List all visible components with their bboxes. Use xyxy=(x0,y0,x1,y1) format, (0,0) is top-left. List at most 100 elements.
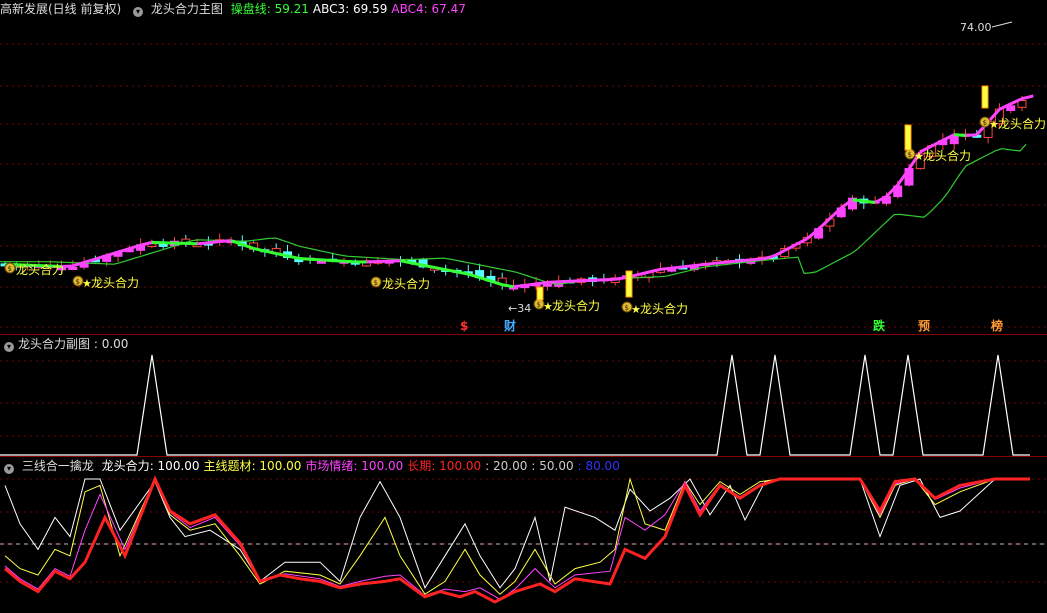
operating-line-segment xyxy=(288,256,299,258)
operating-line-segment xyxy=(717,262,728,263)
operating-line-segment xyxy=(310,259,321,260)
moving-average-line xyxy=(0,144,1026,284)
signal-label: 龙头合力 xyxy=(640,301,688,316)
signal-marker: $★龙头合力 xyxy=(980,116,1046,131)
money-bag-glyph: $ xyxy=(625,304,629,312)
legend-number: 20.00 xyxy=(493,459,527,473)
money-bag-glyph: $ xyxy=(8,265,12,273)
operating-line-segment xyxy=(344,261,355,262)
signal-marker: $ 龙头合力 xyxy=(5,262,64,277)
operating-line-segment xyxy=(321,260,332,261)
three-line-chart[interactable] xyxy=(0,457,1047,613)
legend-value: ABC4: 67.47 xyxy=(391,2,465,16)
chevron-down-icon[interactable]: ▾ xyxy=(4,342,14,352)
operating-line-segment xyxy=(254,248,265,251)
legend-value: 市场情绪: 100.00 xyxy=(305,459,403,473)
signal-label: 龙头合力 xyxy=(16,262,64,277)
legend-label: 操盘线 xyxy=(231,2,267,16)
legend-number: 100.00 xyxy=(439,459,481,473)
operating-line-segment xyxy=(751,259,762,260)
sub1-header: ▾龙头合力副图 : 0.00 xyxy=(0,335,132,353)
candle-body xyxy=(69,267,77,269)
signal-label: 龙头合力 xyxy=(552,298,600,313)
operating-line-segment xyxy=(728,261,739,262)
sub2-title[interactable]: 三线合一擒龙 xyxy=(22,459,94,473)
legend-label: 长期 xyxy=(407,459,431,473)
operating-line-segment xyxy=(615,277,626,279)
signal-bar xyxy=(905,125,911,150)
legend-number: 100.00 xyxy=(158,459,200,473)
operating-line-segment xyxy=(864,201,875,202)
candle-body xyxy=(159,244,167,246)
signal-label: 龙头合力 xyxy=(998,116,1046,131)
line-longtou-heli xyxy=(5,479,1030,588)
signal-marker: $龙头合力 xyxy=(371,276,430,291)
legend-value: 主线题材: 100.00 xyxy=(204,459,302,473)
legend-value: 龙头合力: 100.00 xyxy=(102,459,200,473)
sub2-header: ▾ 三线合一擒龙 龙头合力: 100.00 主线题材: 100.00市场情绪: 1… xyxy=(0,457,628,475)
operating-line-segment xyxy=(740,260,751,261)
chevron-down-icon[interactable]: ▾ xyxy=(133,7,143,17)
legend-number: 69.59 xyxy=(353,2,387,16)
line-shichang-qingxu xyxy=(5,479,1030,599)
money-bag-glyph: $ xyxy=(76,278,80,286)
legend-number: 80.00 xyxy=(585,459,619,473)
money-bag-glyph: $ xyxy=(537,301,541,309)
line-changqi xyxy=(5,479,1030,602)
operating-line-segment xyxy=(197,243,208,244)
event-badge: 预 xyxy=(918,319,930,333)
operating-line-segment xyxy=(536,282,547,283)
spike-line xyxy=(0,355,1030,455)
candle xyxy=(182,235,190,247)
sub-chart-pane-2[interactable]: ▾ 三线合一擒龙 龙头合力: 100.00 主线题材: 100.00市场情绪: 1… xyxy=(0,456,1047,613)
event-badge: 榜 xyxy=(991,318,1003,333)
main-chart-pane[interactable]: 高新发展(日线 前复权) ▾ 龙头合力主图 操盘线: 59.21ABC3: 69… xyxy=(0,0,1047,334)
event-badge: 跌 xyxy=(873,318,886,333)
event-badge: 财 xyxy=(503,318,516,333)
candle xyxy=(216,234,224,246)
signal-marker: $★龙头合力 xyxy=(905,148,971,163)
stock-label: 高新发展(日线 前复权) xyxy=(0,2,121,16)
operating-line-segment xyxy=(660,268,671,269)
line-zhuxian-ticai xyxy=(5,479,1030,594)
candle xyxy=(950,129,958,149)
operating-line-segment xyxy=(694,264,705,265)
legend-number: 59.21 xyxy=(275,2,309,16)
operating-line-segment xyxy=(1022,96,1033,99)
sub1-title[interactable]: 龙头合力副图 xyxy=(18,337,90,351)
operating-line-segment xyxy=(966,135,977,136)
main-pane-header: 高新发展(日线 前复权) ▾ 龙头合力主图 操盘线: 59.21ABC3: 69… xyxy=(0,0,474,18)
legend-label: ABC4 xyxy=(391,2,423,16)
legend-label: 龙头合力 xyxy=(102,459,150,473)
signal-marker: $★龙头合力 xyxy=(534,298,600,313)
legend-value: 操盘线: 59.21 xyxy=(231,2,309,16)
operating-line-segment xyxy=(954,135,965,136)
high-price-arrow xyxy=(992,22,1012,27)
signal-label: 龙头合力 xyxy=(91,275,139,290)
legend-value: : 80.00 xyxy=(578,459,620,473)
indicator-name[interactable]: 龙头合力主图 xyxy=(151,2,223,16)
legend-value: : 50.00 xyxy=(531,459,573,473)
sub-chart-pane-1[interactable]: ▾龙头合力副图 : 0.00 xyxy=(0,334,1047,457)
signal-marker: $★龙头合力 xyxy=(622,301,688,316)
candlestick-chart[interactable]: 74.00←34$龙头合力$★龙头合力$龙头合力$★龙头合力$★龙头合力$★龙头… xyxy=(0,0,1047,334)
operating-line-segment xyxy=(208,242,219,243)
signal-bar xyxy=(626,271,632,297)
legend-number: 100.00 xyxy=(361,459,403,473)
money-bag-glyph: $ xyxy=(908,151,912,159)
legend-label: 主线题材 xyxy=(204,459,252,473)
operating-line-segment xyxy=(706,263,717,264)
legend-label: 市场情绪 xyxy=(305,459,353,473)
legend-label: ABC3 xyxy=(313,2,345,16)
operating-line-segment xyxy=(333,261,344,262)
spike-chart[interactable] xyxy=(0,335,1047,457)
operating-line-segment xyxy=(525,284,536,285)
operating-line-segment xyxy=(502,285,513,287)
operating-line-segment xyxy=(299,258,310,259)
chevron-down-icon[interactable]: ▾ xyxy=(4,464,14,474)
candle-body xyxy=(543,284,551,286)
legend-number: 50.00 xyxy=(539,459,573,473)
high-price-label: 74.00 xyxy=(960,21,992,34)
money-bag-glyph: $ xyxy=(374,279,378,287)
operating-line-segment xyxy=(853,200,864,201)
